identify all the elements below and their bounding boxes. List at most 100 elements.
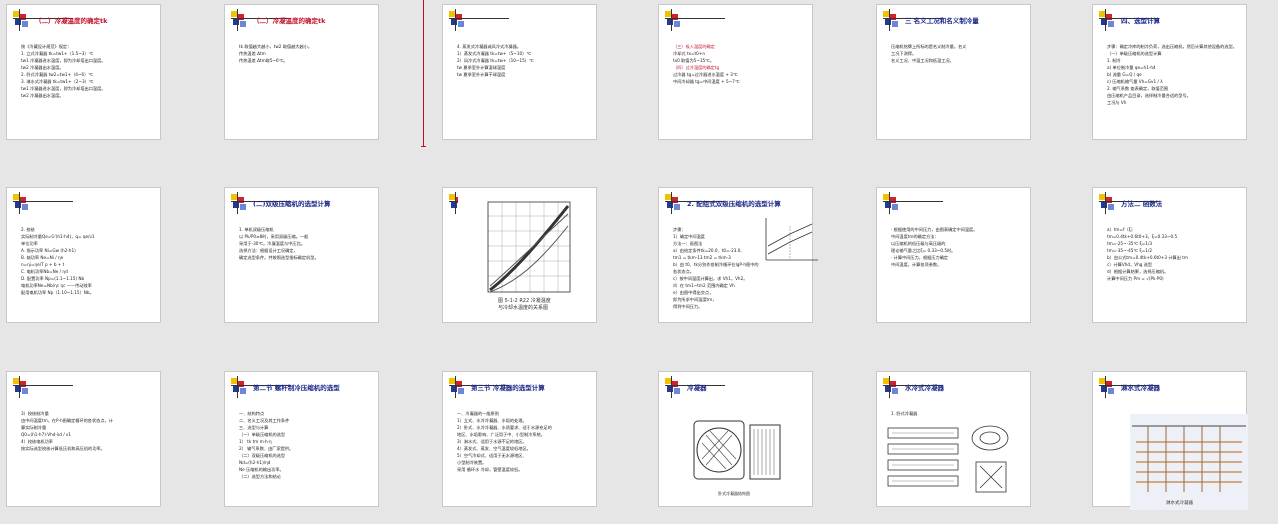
slide-text-line: （四）过冷温度的确定tg (673, 65, 720, 70)
slide-text-line: tw1 冷凝器进水温度，即为冷却塔出口温度。 (21, 58, 106, 63)
slide-thumbnail-5[interactable]: 三 名义工况和名义制冷量 压缩机铭牌上所标的是名义制冷量。名义 工况下测得。 名义… (876, 4, 1031, 140)
slide-text-line: 工况下测得。 (891, 51, 917, 56)
slide-text-line: 地区、水垢影响、广泛用于中、小型制冷系统。 (457, 432, 545, 437)
slide-text-line: 4. 蒸发式冷凝器或风冷式冷凝器。 (457, 44, 521, 49)
slide-text-line: tw2 冷凝器出水温度。 (21, 65, 64, 70)
slide-text-line: 实际制冷量Qe=G'(h1-h4)，q= qe/v1 (21, 234, 95, 239)
slide-text-line: （一）单级压缩机的选型 (239, 432, 286, 437)
slide-logo-icon (1099, 376, 1159, 398)
slide-text-line: 2. 校核 (21, 227, 35, 232)
slide-text-line: （一）单级压缩机的选型计算 (1107, 51, 1162, 56)
slide-title: 淋水式冷凝器 (1121, 384, 1160, 392)
slide-text-line: 确定选型条件。并按照选型指标确定机型。 (239, 255, 319, 260)
slide-text-line: 采用于-30℃。冷凝温度与中压比。 (239, 241, 305, 246)
slide-text-line: 2） 输气系数、由厂家提供。 (239, 446, 294, 451)
slide-body: 一、冷凝器的一般原则 1）立式、水冷冷凝器、水垢的处理。 2）卧式、水冷冷凝器、水质… (457, 410, 590, 473)
slide-logo-icon (1099, 192, 1159, 214)
slide-text-line: c）计算Vhd，Vhg 选型 (1107, 262, 1153, 267)
slide-title: 三 名义工况和名义制冷量 (905, 17, 979, 25)
slide-title: 2. 配组式双级压缩机的选型计算 (687, 200, 781, 208)
slide-title: 方法二 函数法 (1121, 200, 1163, 208)
slide-text-line: D. 配置功率 Np=(1.1~1.15) Nb (21, 276, 85, 281)
slide-text-line: 配用电机功率 Np（1.10~1.15）Nb。 (21, 290, 94, 295)
slide-text-line: 1） tk tm m·h·η (239, 439, 272, 444)
slide-text-line: （二）双级压缩机的选型 (239, 453, 286, 458)
slide-text-line: 1）立式、水冷冷凝器、水垢的处理。 (457, 418, 527, 423)
slide-body: 3）校核制冷量 由中间温度tm，在P-h图确定循环的各状态点，计 算实际制冷量 Q… (21, 410, 154, 452)
slide-text-line: d）根据计算结果，选择压缩机。 (1107, 269, 1169, 274)
slide-text-line: 小型制冷装置。 (457, 460, 487, 465)
slide-thumbnail-3[interactable]: 4. 蒸发式冷凝器或风冷式冷凝器。 1）蒸发式冷凝器 tk=tw+（5~10）℃ 2… (442, 4, 597, 140)
slide-text-line: 由压缩机产品目录，选择制冷量合适的型号。 (1107, 93, 1191, 98)
slide-text-line: Nd=(h2-h1)/ηd (239, 460, 271, 465)
slide-text-line: 一、冷凝器的一般原则 (457, 411, 499, 416)
slide-thumbnail-12[interactable]: 方法二 函数法 a）tm=f（ξ） tm=0.4tk+0.6t0+3，ξ=0.33… (1092, 187, 1247, 323)
slide-text-line: 中间温度tm的确定方法： (891, 234, 939, 239)
slide-logo-icon (449, 9, 509, 31)
slide-text-line: 传热温差 Δtm取5~6℃。 (239, 58, 288, 63)
slide-text-line: 5）空气冷却式、适用于无水源地区、 (457, 453, 527, 458)
shell-tube-figure (887, 425, 1009, 493)
slide-thumbnail-8[interactable]: (二)双级压缩机的选型计算 1. 单机双级压缩机 以 Pk/P0≥8时，采用双级压… (224, 187, 379, 323)
slide-thumbnail-6[interactable]: 四、选型计算 步骤：确定冷库的制冷负荷，选出压缩机，然后计算其他设备的选型。 （一）… (1092, 4, 1247, 140)
slide-text-line: 工况与 Vh (1107, 100, 1127, 105)
slide-body: 一、结构特点 二、名义工况及其工作条件 三、选型与计算 （一）单级压缩机的选型 1） t… (239, 410, 372, 480)
slide-text-line: 中间冷却器 tg=中间温度 + 5~7℃ (673, 79, 740, 84)
slide-text-line: b）由公式tm=0.4tk+0.6t0+3 计算出 tm (1107, 255, 1188, 260)
slide-logo-icon (1099, 9, 1159, 31)
slide-body: （三）吸入温度的确定 冷却式 tx=t0+n tx0 取值为5~15℃。 （四）过… (673, 43, 806, 85)
slide-text-line: （二）选型方法和结论 (239, 474, 281, 479)
slide-text-line: 以 Pk/P0≥8时，采用双级压缩。一般 (239, 234, 309, 239)
slide-text-line: C. 电机功率Nb=Ne / ηd (21, 269, 68, 274)
slide-text-line: tw2 冷凝器出水温度。 (21, 93, 64, 98)
slide-text-line: 2）风冷式冷凝器 tk=tw+（10~15）℃ (457, 58, 534, 63)
figure-caption: 卧式冷凝器结构图 (718, 490, 750, 496)
slide-text-line: 3）淋水式、适用于水源不足的地区。 (457, 439, 527, 444)
slide-text-line: 1. 立式冷凝器 tk=tw1+（1.5~3）℃ (21, 51, 94, 56)
slide-text-line: 得到中间压力。 (673, 304, 703, 309)
slide-text-line: tw 夏季室外计算湿球温度 (457, 65, 506, 70)
slide-logo-icon (449, 376, 509, 398)
slide-text-line: 冷却式 tx=t0+n (673, 51, 705, 56)
slide-logo-icon (665, 376, 725, 398)
slide-text-line: a) 单位制冷量 qe=h1-h4 (1107, 65, 1156, 70)
slide-text-line: 传热温差 Δtm (239, 51, 266, 56)
slide-title: 水冷式冷凝器 (905, 384, 944, 392)
slide-text-line: B. 轴功率 Ne=Ni / ηe (21, 255, 64, 260)
slide-text-line: d）在 tm1~tm2 范围内确定 Vh (673, 283, 735, 288)
slide-thumbnail-14[interactable]: 第二节 螺杆制冷压缩机的选型 一、结构特点 二、名义工况及其工作条件 三、选型与计算 （… (224, 371, 379, 507)
slide-thumbnail-7[interactable]: 2. 校核 实际制冷量Qe=G'(h1-h4)，q= qe/v1 单位功率 A. … (6, 187, 161, 323)
slide-text-line: 1. 卧式冷凝器 (891, 411, 918, 416)
slide-text-line: 2. 输气系数 查表确定，取值范围 (1107, 86, 1169, 91)
slide-logo-icon (883, 9, 943, 31)
slide-thumbnail-4[interactable]: （三）吸入温度的确定 冷却式 tx=t0+n tx0 取值为5~15℃。 （四）过… (658, 4, 813, 140)
slide-text-line: c) 压缩机输气量 Vh=Gv1 / λ (1107, 79, 1163, 84)
slide-thumbnail-11[interactable]: · 根据使用的中间压力，由图表确定中间温度。 中间温度tm的确定方法： 以压缩机… (876, 187, 1031, 323)
slide-text-line: 三、选型与计算 (239, 425, 269, 430)
slide-body: 4. 蒸发式冷凝器或风冷式冷凝器。 1）蒸发式冷凝器 tk=tw+（5~10）℃ 2… (457, 43, 590, 78)
slide-text-line: 1）蒸发式冷凝器 tk=tw+（5~10）℃ (457, 51, 532, 56)
slide-text-line: 3. 淋水式冷凝器 tk=tw1+（2~3）℃ (21, 79, 94, 84)
slide-text-line: 3）校核制冷量 (21, 411, 49, 416)
slide-text-line: 名义工况、中温工况和低温工况。 (891, 58, 954, 63)
figure-caption: 图 5-1-2 R22 冷凝温度 (498, 297, 551, 304)
slide-logo-icon (665, 192, 725, 214)
slide-text-line: 计算中间压力 Pm = √(Pk·P0) (1107, 276, 1164, 281)
spray-condenser-figure: 淋水式冷凝器 (1130, 414, 1248, 510)
slide-body: 2. 校核 实际制冷量Qe=G'(h1-h4)，q= qe/v1 单位功率 A. … (21, 226, 154, 296)
slide-text-line: 过冷器 tg=过冷器进水温度 + 3℃ (673, 72, 738, 77)
slide-thumbnail-13[interactable]: 3）校核制冷量 由中间温度tm，在P-h图确定循环的各状态点，计 算实际制冷量 Q… (6, 371, 161, 507)
slide-text-line: · 计算中间压力，根据压力确定 (891, 255, 949, 260)
slide-text-line: tm=-25~-35℃ ξ=1/3 (1107, 241, 1153, 246)
slide-logo-icon (883, 192, 943, 214)
slide-logo-icon (13, 192, 73, 214)
slide-thumbnail-2[interactable]: （二）冷凝温度的确定tk tk 取值越大越小，tw2 取值越大越小。 传热温差 Δt… (224, 4, 379, 140)
slide-text-line: 二、名义工况及其工作条件 (239, 418, 290, 423)
slide-text-line: · 根据使用的中间压力，由图表确定中间温度。 (891, 227, 978, 232)
slide-thumbnail-1[interactable]: （二）冷凝温度的确定tk 按《冷藏设计规范》规定： 1. 立式冷凝器 tk=tw1+… (6, 4, 161, 140)
slide-logo-icon (883, 376, 943, 398)
pressure-diagram (765, 218, 818, 261)
slide-text-line: 4）蒸发式、蒸发、空气温度较低地区。 (457, 446, 531, 451)
figure-caption: 与冷却水温度的关系图 (498, 304, 548, 311)
slide-thumbnail-15[interactable]: 第三节 冷凝器的选型计算 一、冷凝器的一般原则 1）立式、水冷冷凝器、水垢的处理。 2… (442, 371, 597, 507)
